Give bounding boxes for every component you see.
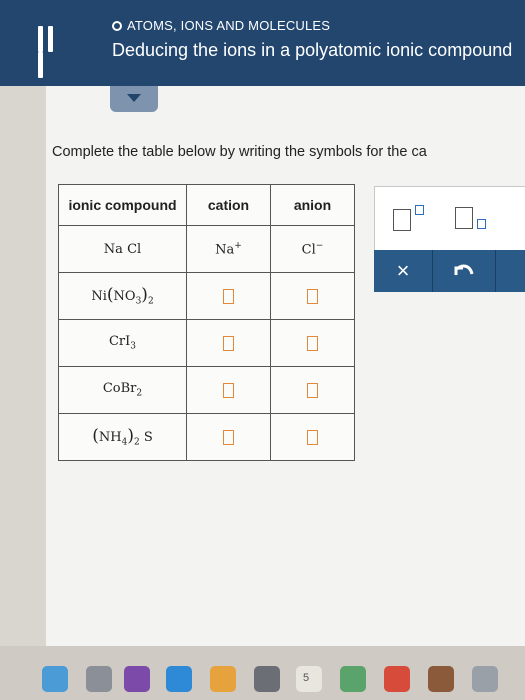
exponent-box (415, 205, 424, 215)
topic-label: ATOMS, IONS AND MOLECULES (112, 18, 330, 33)
anion-input[interactable] (270, 319, 355, 367)
taskbar: 5 (0, 646, 525, 700)
table-row: Ni(NO3)2 (58, 272, 355, 320)
cation-input[interactable] (186, 319, 271, 367)
cation-input[interactable] (186, 413, 271, 461)
subscript-template-icon (455, 207, 473, 229)
table-header-row: ionic compound cation anion (58, 184, 355, 226)
compound-cell: CoBr2 (58, 366, 187, 414)
compound-cell: (NH4)2 S (58, 413, 187, 461)
collapse-toggle[interactable] (110, 86, 158, 112)
instruction-text: Complete the table below by writing the … (52, 144, 427, 160)
answer-box[interactable] (307, 335, 318, 351)
menu-icon[interactable] (38, 26, 66, 78)
answer-box[interactable] (307, 382, 318, 398)
subscript-box (477, 219, 486, 229)
subscript-template-button[interactable] (455, 203, 491, 233)
app-icon[interactable] (254, 666, 280, 692)
table-row: CrI3 (58, 319, 355, 367)
compound-cell: CrI3 (58, 319, 187, 367)
table-row: (NH4)2 S (58, 413, 355, 461)
anion-input[interactable] (270, 366, 355, 414)
template-palette (374, 186, 525, 252)
cation-input[interactable] (186, 366, 271, 414)
more-button[interactable] (496, 250, 525, 292)
anion-input[interactable] (270, 272, 355, 320)
anion-cell[interactable]: Cl− (270, 225, 355, 273)
answer-box[interactable] (307, 288, 318, 304)
answer-box[interactable] (223, 335, 234, 351)
header-cation: cation (186, 184, 271, 226)
app-icon[interactable] (124, 666, 150, 692)
topic-status-icon (112, 21, 122, 31)
chrome-icon[interactable] (210, 666, 236, 692)
finder-icon[interactable] (42, 666, 68, 692)
answer-box[interactable] (223, 429, 234, 445)
anion-input[interactable] (270, 413, 355, 461)
superscript-template-button[interactable] (393, 203, 429, 233)
cation-cell[interactable]: Na+ (186, 225, 271, 273)
table-row: Na Cl Na+ Cl− (58, 225, 355, 273)
launchpad-icon[interactable] (86, 666, 112, 692)
clear-icon: × (396, 258, 410, 283)
undo-icon (454, 264, 474, 275)
table-row: CoBr2 (58, 366, 355, 414)
compound-cell: Ni(NO3)2 (58, 272, 187, 320)
app-icon[interactable] (340, 666, 366, 692)
clear-button[interactable]: × (374, 250, 432, 292)
answer-box[interactable] (223, 382, 234, 398)
cation-input[interactable] (186, 272, 271, 320)
answer-box[interactable] (307, 429, 318, 445)
answer-box[interactable] (223, 288, 234, 304)
app-header: ATOMS, IONS AND MOLECULES Deducing the i… (0, 0, 525, 86)
ions-table: ionic compound cation anion Na Cl Na+ Cl… (58, 184, 355, 461)
chevron-down-icon (127, 94, 141, 102)
superscript-template-icon (393, 209, 411, 231)
header-anion: anion (270, 184, 355, 226)
safari-icon[interactable] (166, 666, 192, 692)
topic-text: ATOMS, IONS AND MOLECULES (127, 18, 331, 33)
app-icon[interactable] (384, 666, 410, 692)
compound-cell: Na Cl (58, 225, 187, 273)
header-ionic-compound: ionic compound (58, 184, 187, 226)
action-bar: × (374, 250, 525, 292)
page-title: Deducing the ions in a polyatomic ionic … (112, 40, 513, 60)
calendar-badge: 5 (303, 672, 310, 684)
app-icon[interactable] (472, 666, 498, 692)
app-icon[interactable] (428, 666, 454, 692)
undo-button[interactable] (433, 250, 495, 292)
